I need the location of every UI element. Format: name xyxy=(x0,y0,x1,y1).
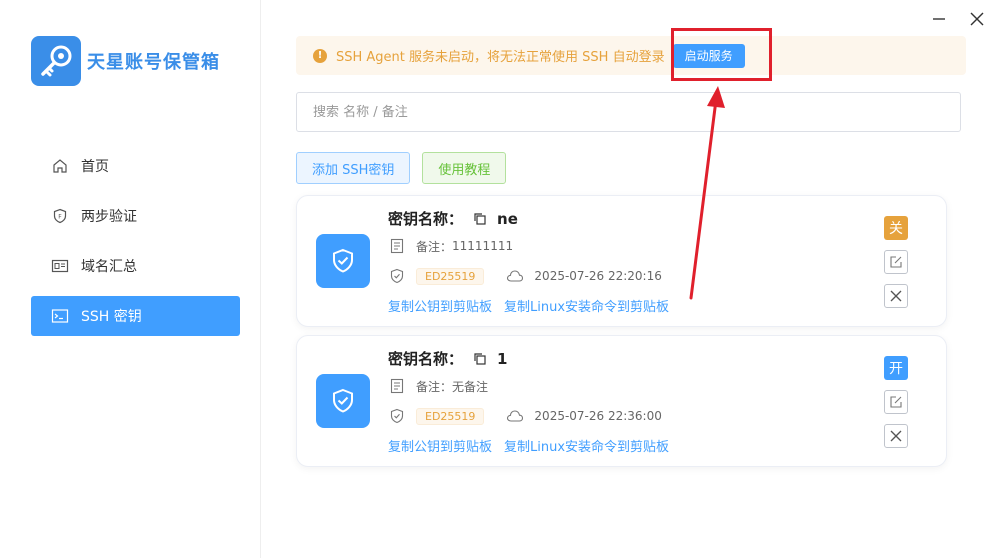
ssh-key-card: 密钥名称： 1 备注： 无备注 ED25519 2025-07-26 22:36… xyxy=(296,335,947,467)
sidebar-item-label: 域名汇总 xyxy=(81,259,137,275)
key-name: 1 xyxy=(497,349,508,368)
shield-check-icon xyxy=(316,234,370,288)
shield-check-icon xyxy=(316,374,370,428)
key-name: ne xyxy=(497,209,518,228)
warning-icon: ! xyxy=(313,48,327,63)
key-note-row: 备注： 11111111 xyxy=(388,237,513,255)
key-name-label: 密钥名称： xyxy=(388,210,464,228)
tutorial-button[interactable]: 使用教程 xyxy=(422,152,507,184)
key-meta-row: ED25519 2025-07-26 22:20:16 xyxy=(388,267,662,285)
key-name-label: 密钥名称： xyxy=(388,350,464,368)
key-title: 密钥名称： ne xyxy=(388,208,518,229)
search-input[interactable] xyxy=(311,103,960,121)
key-note-row: 备注： 无备注 xyxy=(388,377,488,395)
home-icon xyxy=(51,157,69,175)
ssh-agent-alert: ! SSH Agent 服务未启动，将无法正常使用 SSH 自动登录 启动服务 xyxy=(296,36,966,75)
sidebar-nav: 首页 F 两步验证 域名汇总 SSH 密钥 xyxy=(31,146,240,346)
copy-icon[interactable] xyxy=(473,352,487,366)
key-side-buttons: 开 xyxy=(884,356,908,448)
cloud-icon xyxy=(506,407,524,425)
add-ssh-key-button[interactable]: 添加 SSH密钥 xyxy=(296,152,411,184)
toolbar: 添加 SSH密钥 使用教程 xyxy=(296,152,507,184)
key-toggle-on-button[interactable]: 开 xyxy=(884,356,908,380)
delete-button[interactable] xyxy=(884,424,908,448)
key-title: 密钥名称： 1 xyxy=(388,348,507,369)
sidebar-item-label: 首页 xyxy=(81,159,109,175)
key-note: 11111111 xyxy=(452,239,514,253)
close-icon[interactable] xyxy=(968,10,986,28)
svg-text:F: F xyxy=(58,214,62,221)
window-controls xyxy=(930,10,986,28)
key-meta-row: ED25519 2025-07-26 22:36:00 xyxy=(388,407,662,425)
key-created-time: 2025-07-26 22:20:16 xyxy=(534,269,662,283)
sidebar: 天星账号保管箱 首页 F 两步验证 域名汇总 SSH 密钥 xyxy=(0,0,261,558)
shield-icon: F xyxy=(51,207,69,225)
note-label: 备注： xyxy=(416,379,453,394)
sidebar-item-label: 两步验证 xyxy=(81,209,137,225)
terminal-icon xyxy=(51,307,69,325)
key-actions: 复制公钥到剪贴板 复制Linux安装命令到剪贴板 xyxy=(388,436,669,455)
edit-button[interactable] xyxy=(884,390,908,414)
start-service-button[interactable]: 启动服务 xyxy=(672,43,745,68)
app-title: 天星账号保管箱 xyxy=(87,52,220,73)
key-actions: 复制公钥到剪贴板 复制Linux安装命令到剪贴板 xyxy=(388,296,669,315)
sidebar-item-domains[interactable]: 域名汇总 xyxy=(31,246,240,286)
copy-linux-command-link[interactable]: 复制Linux安装命令到剪贴板 xyxy=(504,296,669,315)
cloud-icon xyxy=(506,267,524,285)
key-type-tag: ED25519 xyxy=(416,267,485,285)
shield-check-icon xyxy=(388,407,406,425)
note-label: 备注： xyxy=(416,239,453,254)
alert-message: SSH Agent 服务未启动，将无法正常使用 SSH 自动登录 xyxy=(336,50,665,65)
ssh-key-card: 密钥名称： ne 备注： 11111111 ED25519 2025-07-26… xyxy=(296,195,947,327)
id-card-icon xyxy=(51,257,69,275)
copy-public-key-link[interactable]: 复制公钥到剪贴板 xyxy=(388,296,492,315)
shield-check-icon xyxy=(388,267,406,285)
key-toggle-off-button[interactable]: 关 xyxy=(884,216,908,240)
delete-button[interactable] xyxy=(884,284,908,308)
note-icon xyxy=(388,377,406,395)
copy-icon[interactable] xyxy=(473,212,487,226)
sidebar-item-label: SSH 密钥 xyxy=(81,309,142,325)
minimize-icon[interactable] xyxy=(930,10,948,28)
sidebar-item-ssh-keys[interactable]: SSH 密钥 xyxy=(31,296,240,336)
edit-button[interactable] xyxy=(884,250,908,274)
sidebar-item-two-factor[interactable]: F 两步验证 xyxy=(31,196,240,236)
copy-public-key-link[interactable]: 复制公钥到剪贴板 xyxy=(388,436,492,455)
key-side-buttons: 关 xyxy=(884,216,908,308)
copy-linux-command-link[interactable]: 复制Linux安装命令到剪贴板 xyxy=(504,436,669,455)
note-icon xyxy=(388,237,406,255)
sidebar-item-home[interactable]: 首页 xyxy=(31,146,240,186)
key-note: 无备注 xyxy=(452,379,489,394)
key-created-time: 2025-07-26 22:36:00 xyxy=(534,409,662,423)
key-type-tag: ED25519 xyxy=(416,407,485,425)
app-logo: 天星账号保管箱 xyxy=(31,36,220,86)
key-icon xyxy=(31,36,81,86)
search-box xyxy=(296,92,961,132)
